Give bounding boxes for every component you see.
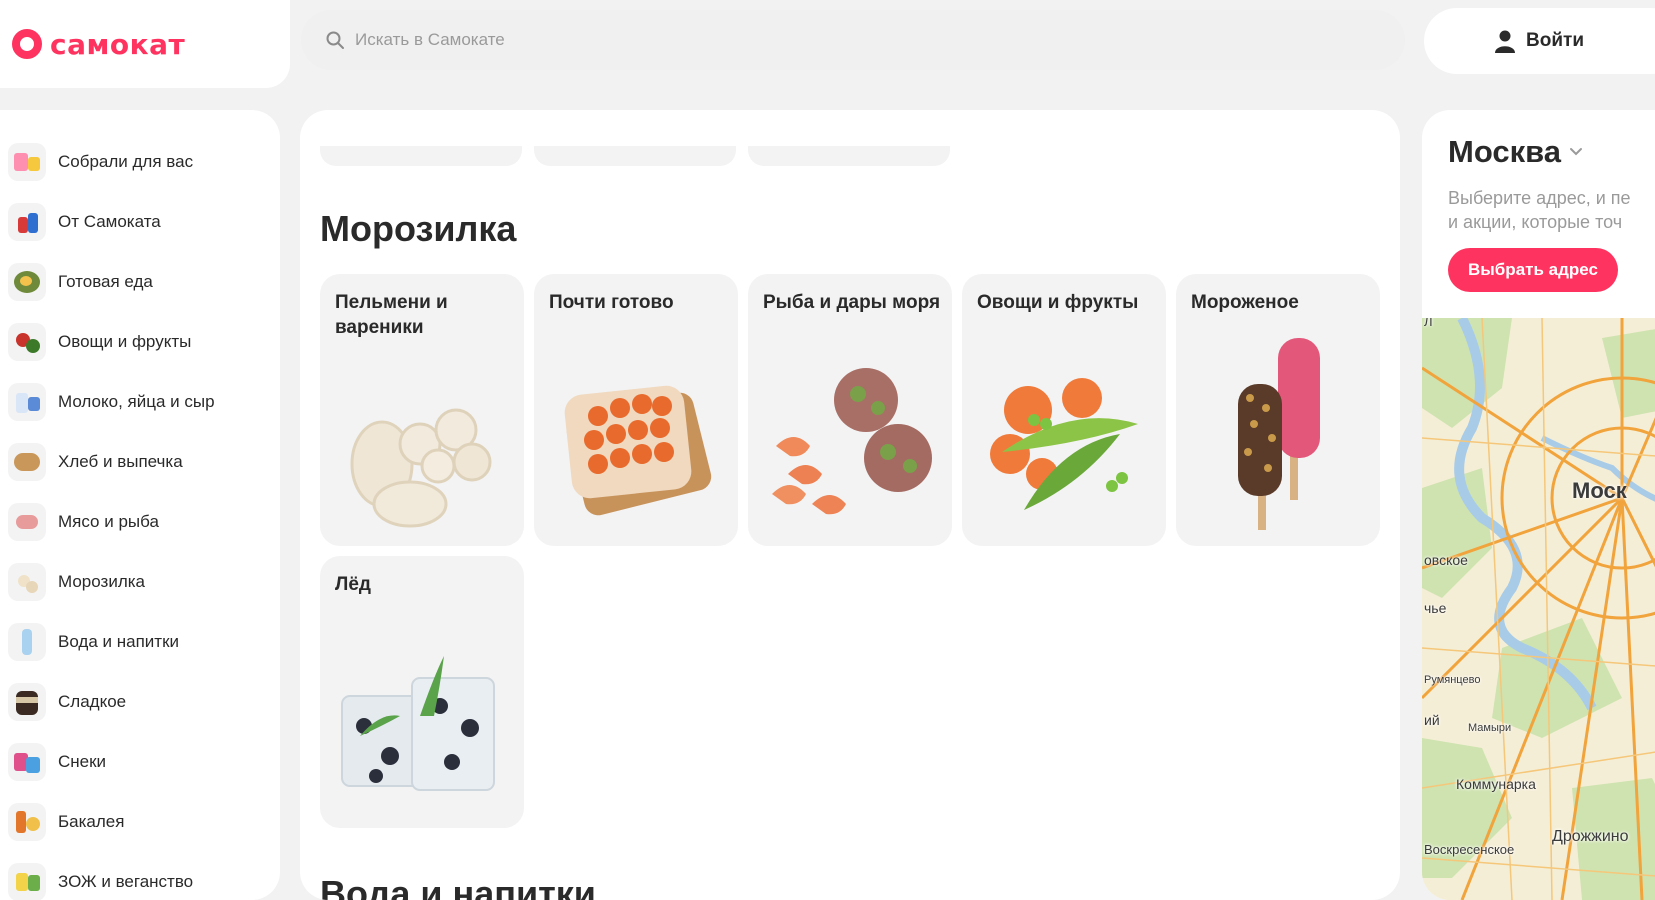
sidebar-item-label: От Самоката xyxy=(58,212,161,231)
card-label: Почти готово xyxy=(549,292,674,313)
sidebar-item-label: Вода и напитки xyxy=(58,632,180,651)
map-label: Л xyxy=(1424,318,1433,329)
category-card-ice-cream[interactable]: Мороженое xyxy=(1176,274,1380,546)
sidebar-item-sweets[interactable]: Сладкое xyxy=(0,672,280,732)
meat-icon xyxy=(8,503,46,541)
frozen-vegetables-image xyxy=(990,378,1138,510)
category-card-almost-ready[interactable]: Почти готово xyxy=(534,274,738,546)
header-actions: Войти xyxy=(1424,8,1655,74)
user-icon xyxy=(1495,30,1515,53)
sidebar-item-label: Снеки xyxy=(58,752,107,771)
bread-icon xyxy=(8,443,46,481)
city-selector[interactable]: Москва xyxy=(1448,134,1583,170)
sidebar-item-label: Хлеб и выпечка xyxy=(58,452,183,471)
card-stub[interactable] xyxy=(534,146,736,166)
category-card-seafood[interactable]: Рыба и дары моря xyxy=(748,274,952,546)
logo-mark-icon xyxy=(12,29,42,59)
ready-food-icon xyxy=(8,263,46,301)
map-label: овское xyxy=(1424,552,1468,568)
header: самокат Войти xyxy=(0,0,1655,88)
map-label: Дрожжино xyxy=(1552,828,1629,845)
login-button[interactable]: Войти xyxy=(1494,29,1584,53)
map-graphic xyxy=(1422,318,1655,900)
sidebar-item-bread[interactable]: Хлеб и выпечка xyxy=(0,432,280,492)
catalog-content: Морозилка Пельмени и вареники Почти гото… xyxy=(300,110,1400,900)
logo-text: самокат xyxy=(50,27,186,61)
logo[interactable]: самокат xyxy=(0,0,290,88)
drinks-icon xyxy=(8,623,46,661)
sidebar-item-own-brand[interactable]: От Самоката xyxy=(0,192,280,252)
card-stub[interactable] xyxy=(748,146,950,166)
sidebar-item-dairy[interactable]: Молоко, яйца и сыр xyxy=(0,372,280,432)
sidebar-item-label: Собрали для вас xyxy=(58,152,194,171)
healthy-icon xyxy=(8,863,46,900)
location-panel: Москва Выберите адрес, и пе и акции, кот… xyxy=(1422,110,1655,900)
card-stub[interactable] xyxy=(320,146,522,166)
map-label: ий xyxy=(1424,712,1440,728)
map-label: Воскресенское xyxy=(1424,842,1515,857)
sidebar-item-grocery[interactable]: Бакалея xyxy=(0,792,280,852)
collection-icon xyxy=(8,143,46,181)
sidebar-item-label: Морозилка xyxy=(58,572,146,591)
sidebar-item-collection[interactable]: Собрали для вас xyxy=(0,132,280,192)
frozen-icon xyxy=(8,563,46,601)
sidebar-item-label: Мясо и рыба xyxy=(58,512,159,531)
sidebar-item-label: Сладкое xyxy=(58,692,127,711)
city-map[interactable]: Моск овское чье Румянцево ий Мамыри Комм… xyxy=(1422,318,1655,900)
sidebar-item-frozen[interactable]: Морозилка xyxy=(0,552,280,612)
dairy-icon xyxy=(8,383,46,421)
category-cards: Пельмени и вареники Почти готово Рыба и … xyxy=(320,274,1382,828)
vegetables-icon xyxy=(8,323,46,361)
address-hint: Выберите адрес, и пе и акции, которые то… xyxy=(1448,186,1655,234)
dumplings-image xyxy=(350,408,492,528)
login-label: Войти xyxy=(1526,30,1584,51)
ice-image xyxy=(341,656,495,791)
category-card-ice[interactable]: Лёд xyxy=(320,556,524,828)
sidebar-item-healthy[interactable]: ЗОЖ и веганство xyxy=(0,852,280,900)
next-section-title: Вода и напитки xyxy=(320,873,596,900)
sidebar-item-ready-food[interactable]: Готовая еда xyxy=(0,252,280,312)
map-label: чье xyxy=(1424,600,1447,616)
category-card-dumplings[interactable]: Пельмени и вареники xyxy=(320,274,524,546)
card-label: Овощи и фрукты xyxy=(977,292,1139,313)
section-title: Морозилка xyxy=(320,208,517,249)
ice-cream-image xyxy=(1238,338,1320,530)
sidebar-item-label: Бакалея xyxy=(58,812,125,831)
chevron-down-icon xyxy=(1570,148,1582,156)
address-hint-line: и акции, которые точ xyxy=(1448,212,1623,232)
map-label: Моск xyxy=(1572,478,1627,503)
pizza-image xyxy=(564,385,712,516)
card-label: Рыба и дары моря xyxy=(763,292,941,313)
sidebar-item-drinks[interactable]: Вода и напитки xyxy=(0,612,280,672)
card-label: Лёд xyxy=(335,574,371,595)
city-name: Москва xyxy=(1448,134,1561,169)
card-label: Мороженое xyxy=(1191,292,1299,313)
search-icon xyxy=(326,31,344,49)
sidebar-item-vegetables[interactable]: Овощи и фрукты xyxy=(0,312,280,372)
sidebar-item-snacks[interactable]: Снеки xyxy=(0,732,280,792)
choose-address-button[interactable]: Выбрать адрес xyxy=(1448,248,1618,292)
sidebar-item-label: Овощи и фрукты xyxy=(58,332,192,351)
sidebar-item-meat[interactable]: Мясо и рыба xyxy=(0,492,280,552)
map-label: Мамыри xyxy=(1468,722,1512,734)
seafood-image xyxy=(772,368,932,515)
own-brand-icon xyxy=(8,203,46,241)
sidebar-item-label: Молоко, яйца и сыр xyxy=(58,392,215,411)
map-label: Румянцево xyxy=(1424,674,1481,686)
map-label: Коммунарка xyxy=(1456,776,1536,792)
sidebar-item-label: Готовая еда xyxy=(58,272,153,291)
search-bar[interactable] xyxy=(301,10,1405,70)
sidebar-item-label: ЗОЖ и веганство xyxy=(58,872,194,891)
search-input[interactable] xyxy=(355,30,1355,50)
category-sidebar: Собрали для вас От Самоката Готовая еда … xyxy=(0,110,280,900)
previous-section-cards xyxy=(320,146,950,166)
snacks-icon xyxy=(8,743,46,781)
address-hint-line: Выберите адрес, и пе xyxy=(1448,188,1631,208)
card-label: Пельмени и вареники xyxy=(335,292,448,338)
category-card-frozen-vegetables[interactable]: Овощи и фрукты xyxy=(962,274,1166,546)
grocery-icon xyxy=(8,803,46,841)
sweets-icon xyxy=(8,683,46,721)
